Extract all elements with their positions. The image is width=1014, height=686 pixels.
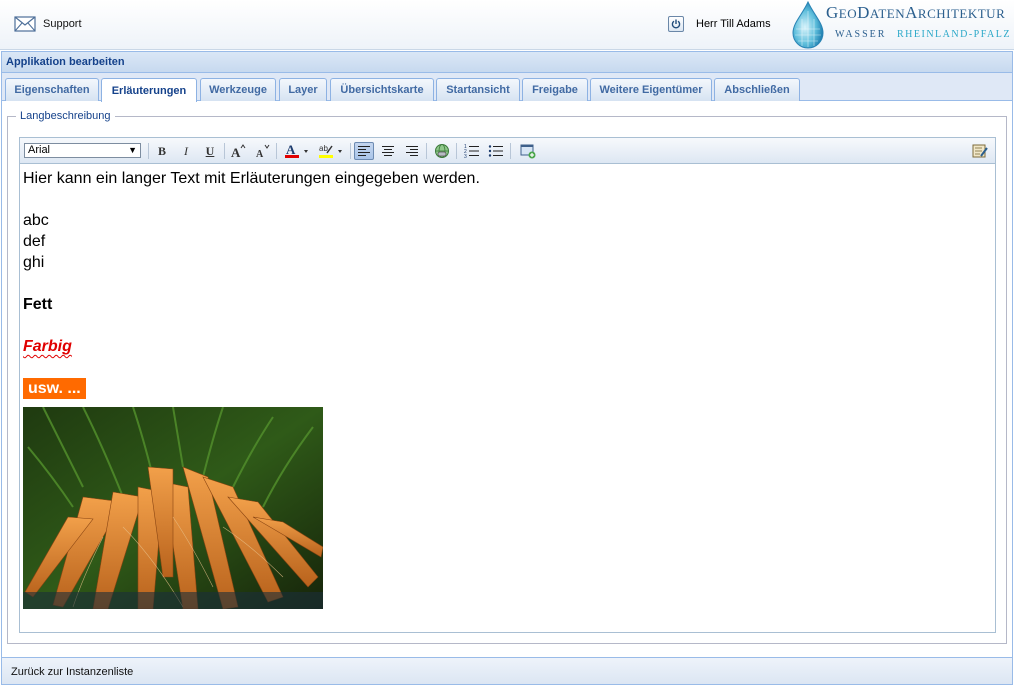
bold-icon: B [157, 143, 166, 158]
tab-eigenschaften[interactable]: Eigenschaften [5, 78, 99, 101]
font-color-button[interactable]: A [282, 142, 312, 160]
user-name: Herr Till Adams [696, 18, 771, 30]
logo-title: GEODATENARCHITEKTUR [826, 3, 1006, 22]
toolbar-separator [426, 143, 427, 159]
highlight-color-button[interactable]: ab [316, 142, 346, 160]
logo-subtitle-region: RHEINLAND-PFALZ [897, 29, 1011, 40]
tab-startansicht[interactable]: Startansicht [436, 78, 520, 101]
source-edit-button[interactable] [970, 142, 990, 160]
empty-line [23, 315, 992, 336]
panel-title: Applikation bearbeiten [2, 52, 1012, 73]
underline-button[interactable]: U [200, 142, 220, 160]
logo-subtitle-wasser: WASSER [835, 29, 887, 40]
tab-werkzeuge[interactable]: Werkzeuge [200, 78, 276, 101]
colored-text: Farbig [23, 338, 72, 355]
toolbar-separator [148, 143, 149, 159]
shrink-font-button[interactable]: A [252, 142, 272, 160]
align-left-icon [358, 146, 370, 156]
empty-line [23, 189, 992, 210]
source-edit-icon [972, 144, 988, 158]
svg-text:A: A [231, 145, 241, 158]
align-center-button[interactable] [378, 142, 398, 160]
logout-button[interactable] [668, 16, 684, 32]
text-line: def [23, 233, 46, 250]
app-header: Support Herr Till Adams GEODATENARCHITEK… [0, 0, 1014, 50]
italic-icon: I [184, 143, 188, 158]
unordered-list-button[interactable] [486, 142, 506, 160]
tab-abschliessen[interactable]: Abschließen [714, 78, 800, 101]
fieldset-legend: Langbeschreibung [16, 110, 115, 122]
tab-content: Langbeschreibung Arial ▼ B I U A A A ab … [2, 102, 1012, 657]
editor-body[interactable]: Hier kann ein langer Text mit Erläuterun… [20, 164, 995, 613]
svg-text:A: A [256, 149, 264, 158]
toolbar-separator [510, 143, 511, 159]
align-right-button[interactable] [402, 142, 422, 160]
mail-icon [14, 16, 36, 32]
water-drop-icon [792, 1, 824, 49]
insert-image-button[interactable] [518, 142, 538, 160]
user-area: Herr Till Adams [668, 16, 771, 32]
svg-text:ab: ab [319, 144, 328, 153]
text-line: abc [23, 212, 49, 229]
ordered-list-button[interactable]: 123 [462, 142, 482, 160]
text-line: ghi [23, 254, 45, 271]
tab-uebersichtskarte[interactable]: Übersichtskarte [330, 78, 434, 101]
font-grow-icon: A [231, 144, 246, 158]
font-shrink-icon: A [256, 144, 270, 158]
toolbar-separator [224, 143, 225, 159]
align-right-icon [406, 146, 418, 156]
edit-application-panel: Applikation bearbeiten Eigenschaften Erl… [1, 51, 1013, 685]
back-to-instance-list-link[interactable]: Zurück zur Instanzenliste [11, 666, 133, 678]
support-link[interactable]: Support [14, 16, 82, 32]
panel-footer: Zurück zur Instanzenliste [2, 657, 1012, 684]
empty-line [23, 357, 992, 378]
bullet-list-icon [488, 145, 503, 157]
tab-erlaeuterungen[interactable]: Erläuterungen [101, 78, 197, 102]
tab-freigabe[interactable]: Freigabe [522, 78, 588, 101]
tab-weitere-eigentuemer[interactable]: Weitere Eigentümer [590, 78, 712, 101]
numbered-list-icon: 123 [464, 144, 479, 158]
align-left-button[interactable] [354, 142, 374, 160]
toolbar-separator [276, 143, 277, 159]
insert-image-icon [520, 144, 536, 159]
align-center-icon [382, 146, 394, 156]
carrots-image [23, 407, 323, 609]
toolbar-separator [456, 143, 457, 159]
tab-strip: Eigenschaften Erläuterungen Werkzeuge La… [2, 73, 1012, 102]
highlighter-icon: ab [319, 144, 342, 158]
svg-text:3: 3 [464, 154, 467, 158]
italic-button[interactable]: I [176, 142, 196, 160]
dropdown-arrow-icon: ▼ [128, 145, 137, 155]
font-family-select[interactable]: Arial ▼ [24, 143, 141, 158]
font-color-icon: A [285, 143, 308, 158]
insert-link-button[interactable] [432, 142, 452, 160]
highlighted-text: usw. ... [23, 378, 86, 399]
text-line: Hier kann ein langer Text mit Erläuterun… [23, 170, 480, 187]
grow-font-button[interactable]: A [228, 142, 248, 160]
html-editor: Arial ▼ B I U A A A ab 1 2 3 Hier kann e… [19, 137, 996, 633]
support-label: Support [43, 18, 82, 30]
font-family-value: Arial [28, 144, 51, 156]
power-icon [671, 19, 681, 29]
empty-line [23, 273, 992, 294]
underline-icon: U [205, 143, 215, 158]
tab-layer[interactable]: Layer [279, 78, 327, 101]
bold-text: Fett [23, 296, 53, 313]
bold-button[interactable]: B [152, 142, 172, 160]
toolbar-separator [350, 143, 351, 159]
svg-text:A: A [286, 143, 296, 157]
geodatenarchitektur-logo: GEODATENARCHITEKTUR WASSER RHEINLAND-PFA… [790, 1, 1012, 49]
link-globe-icon [435, 144, 449, 158]
langbeschreibung-fieldset: Langbeschreibung Arial ▼ B I U A A A ab … [7, 110, 1007, 644]
editor-toolbar: Arial ▼ B I U A A A ab 1 2 3 [20, 138, 995, 164]
